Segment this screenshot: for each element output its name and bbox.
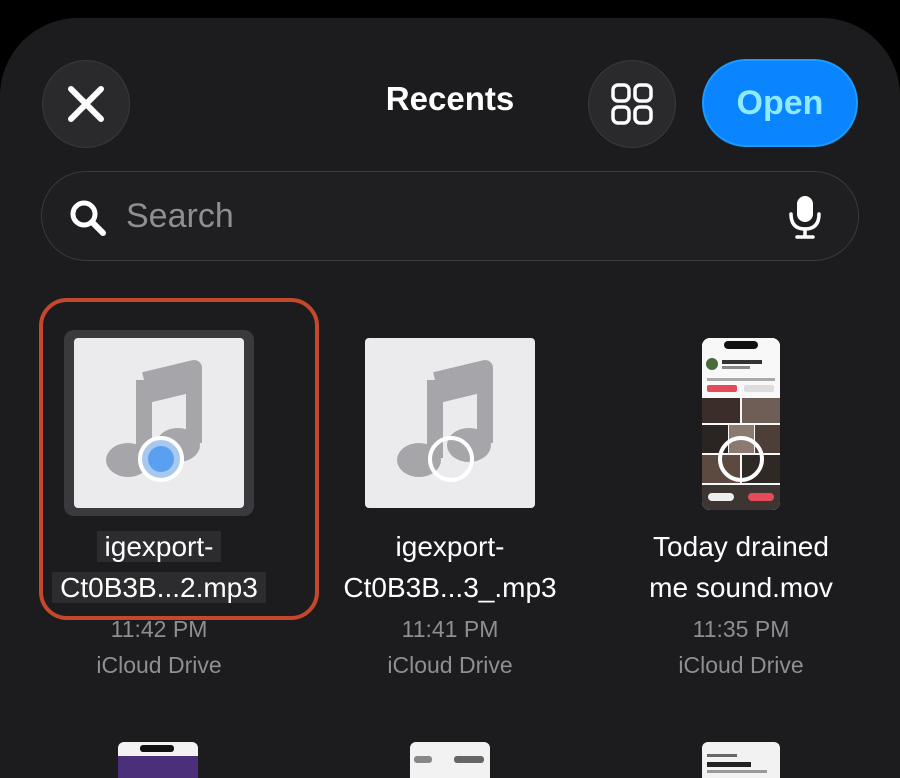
selection-circle-icon[interactable] bbox=[716, 434, 766, 484]
file-thumbnail-partial[interactable] bbox=[410, 742, 490, 778]
grid-view-icon bbox=[611, 83, 653, 125]
file-picker-sheet: Recents Open Search igexport- Ct0B3B...2… bbox=[0, 18, 900, 778]
file-thumbnail-partial[interactable] bbox=[702, 742, 780, 778]
file-thumbnail-partial[interactable] bbox=[118, 742, 198, 778]
file-thumbnail bbox=[596, 320, 886, 520]
selection-circle-icon[interactable] bbox=[426, 434, 476, 484]
file-thumbnail bbox=[305, 320, 595, 520]
file-item[interactable]: Today drained me sound.mov 11:35 PM iClo… bbox=[596, 320, 886, 684]
file-time: 11:41 PM bbox=[401, 616, 499, 642]
file-item[interactable]: igexport- Ct0B3B...2.mp3 11:42 PM iCloud… bbox=[14, 320, 304, 684]
video-thumbnail bbox=[702, 338, 780, 510]
file-name: Today drained me sound.mov bbox=[649, 531, 833, 603]
file-item[interactable]: igexport- Ct0B3B...3_.mp3 11:41 PM iClou… bbox=[305, 320, 595, 684]
search-bar[interactable] bbox=[41, 171, 859, 261]
file-time: 11:35 PM bbox=[692, 616, 790, 642]
file-location: iCloud Drive bbox=[96, 652, 222, 678]
search-input[interactable] bbox=[124, 192, 748, 240]
video-preview-image bbox=[702, 338, 780, 510]
file-location: iCloud Drive bbox=[678, 652, 804, 678]
open-button[interactable]: Open bbox=[702, 59, 858, 147]
view-toggle-button[interactable] bbox=[588, 60, 676, 148]
close-button[interactable] bbox=[42, 60, 130, 148]
file-location: iCloud Drive bbox=[387, 652, 513, 678]
file-thumbnail bbox=[14, 320, 304, 520]
file-name: igexport- Ct0B3B...3_.mp3 bbox=[343, 531, 557, 603]
close-icon bbox=[68, 86, 104, 122]
file-name: igexport- Ct0B3B...2.mp3 bbox=[14, 526, 304, 608]
microphone-icon[interactable] bbox=[788, 194, 822, 240]
file-time: 11:42 PM bbox=[110, 616, 208, 642]
search-icon bbox=[70, 200, 106, 236]
selection-circle-icon[interactable] bbox=[136, 434, 186, 484]
page-title: Recents bbox=[385, 80, 515, 117]
